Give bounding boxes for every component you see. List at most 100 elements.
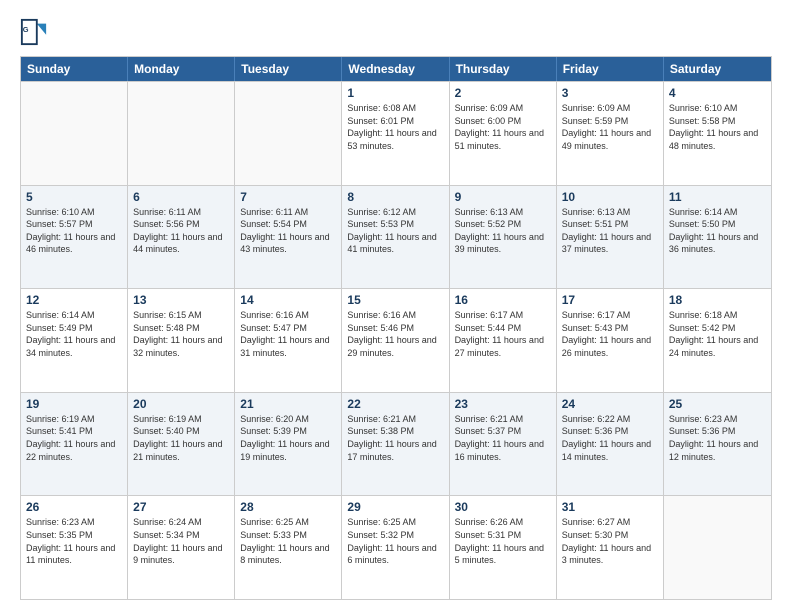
calendar: SundayMondayTuesdayWednesdayThursdayFrid… xyxy=(20,56,772,600)
day-number: 30 xyxy=(455,500,551,514)
logo: G xyxy=(20,18,52,46)
day-info: Sunrise: 6:11 AM Sunset: 5:56 PM Dayligh… xyxy=(133,206,229,256)
day-cell-3: 3 Sunrise: 6:09 AM Sunset: 5:59 PM Daylig… xyxy=(557,82,664,185)
day-cell-27: 27 Sunrise: 6:24 AM Sunset: 5:34 PM Dayli… xyxy=(128,496,235,599)
day-cell-16: 16 Sunrise: 6:17 AM Sunset: 5:44 PM Dayli… xyxy=(450,289,557,392)
day-cell-7: 7 Sunrise: 6:11 AM Sunset: 5:54 PM Daylig… xyxy=(235,186,342,289)
day-cell-14: 14Sunrise: 6:16 AM Sunset: 5:47 PM Dayli… xyxy=(235,289,342,392)
day-info: Sunrise: 6:09 AM Sunset: 6:00 PM Dayligh… xyxy=(455,102,551,152)
day-number: 27 xyxy=(133,500,229,514)
day-cell-10: 10 Sunrise: 6:13 AM Sunset: 5:51 PM Dayli… xyxy=(557,186,664,289)
day-number: 19 xyxy=(26,397,122,411)
calendar-header: SundayMondayTuesdayWednesdayThursdayFrid… xyxy=(21,57,771,81)
day-number: 29 xyxy=(347,500,443,514)
day-number: 11 xyxy=(669,190,766,204)
day-number: 16 xyxy=(455,293,551,307)
day-info: Sunrise: 6:18 AM Sunset: 5:42 PM Dayligh… xyxy=(669,309,766,359)
day-info: Sunrise: 6:16 AM Sunset: 5:47 PM Dayligh… xyxy=(240,309,336,359)
day-info: Sunrise: 6:27 AM Sunset: 5:30 PM Dayligh… xyxy=(562,516,658,566)
day-cell-30: 30 Sunrise: 6:26 AM Sunset: 5:31 PM Dayli… xyxy=(450,496,557,599)
day-number: 23 xyxy=(455,397,551,411)
day-cell-12: 12Sunrise: 6:14 AM Sunset: 5:49 PM Dayli… xyxy=(21,289,128,392)
weekday-header-sunday: Sunday xyxy=(21,57,128,81)
day-cell-2: 2 Sunrise: 6:09 AM Sunset: 6:00 PM Daylig… xyxy=(450,82,557,185)
day-number: 2 xyxy=(455,86,551,100)
day-info: Sunrise: 6:17 AM Sunset: 5:44 PM Dayligh… xyxy=(455,309,551,359)
day-cell-1: 1Sunrise: 6:08 AM Sunset: 6:01 PM Daylig… xyxy=(342,82,449,185)
day-number: 1 xyxy=(347,86,443,100)
calendar-body: 1Sunrise: 6:08 AM Sunset: 6:01 PM Daylig… xyxy=(21,81,771,599)
day-number: 26 xyxy=(26,500,122,514)
day-number: 28 xyxy=(240,500,336,514)
calendar-row-2: 5 Sunrise: 6:10 AM Sunset: 5:57 PM Daylig… xyxy=(21,185,771,289)
day-cell-23: 23 Sunrise: 6:21 AM Sunset: 5:37 PM Dayli… xyxy=(450,393,557,496)
day-info: Sunrise: 6:23 AM Sunset: 5:35 PM Dayligh… xyxy=(26,516,122,566)
svg-text:G: G xyxy=(23,25,29,34)
day-info: Sunrise: 6:12 AM Sunset: 5:53 PM Dayligh… xyxy=(347,206,443,256)
day-cell-15: 15 Sunrise: 6:16 AM Sunset: 5:46 PM Dayli… xyxy=(342,289,449,392)
day-cell-22: 22 Sunrise: 6:21 AM Sunset: 5:38 PM Dayli… xyxy=(342,393,449,496)
day-number: 10 xyxy=(562,190,658,204)
day-info: Sunrise: 6:09 AM Sunset: 5:59 PM Dayligh… xyxy=(562,102,658,152)
calendar-row-4: 19 Sunrise: 6:19 AM Sunset: 5:41 PM Dayli… xyxy=(21,392,771,496)
day-number: 12 xyxy=(26,293,122,307)
header: G xyxy=(20,18,772,46)
day-info: Sunrise: 6:15 AM Sunset: 5:48 PM Dayligh… xyxy=(133,309,229,359)
empty-cell xyxy=(664,496,771,599)
day-number: 22 xyxy=(347,397,443,411)
day-cell-20: 20Sunrise: 6:19 AM Sunset: 5:40 PM Dayli… xyxy=(128,393,235,496)
weekday-header-thursday: Thursday xyxy=(450,57,557,81)
day-number: 31 xyxy=(562,500,658,514)
weekday-header-wednesday: Wednesday xyxy=(342,57,449,81)
calendar-row-3: 12Sunrise: 6:14 AM Sunset: 5:49 PM Dayli… xyxy=(21,288,771,392)
day-cell-24: 24Sunrise: 6:22 AM Sunset: 5:36 PM Dayli… xyxy=(557,393,664,496)
weekday-header-monday: Monday xyxy=(128,57,235,81)
calendar-row-5: 26 Sunrise: 6:23 AM Sunset: 5:35 PM Dayli… xyxy=(21,495,771,599)
day-info: Sunrise: 6:26 AM Sunset: 5:31 PM Dayligh… xyxy=(455,516,551,566)
day-number: 25 xyxy=(669,397,766,411)
day-cell-5: 5 Sunrise: 6:10 AM Sunset: 5:57 PM Daylig… xyxy=(21,186,128,289)
calendar-row-1: 1Sunrise: 6:08 AM Sunset: 6:01 PM Daylig… xyxy=(21,81,771,185)
day-cell-28: 28Sunrise: 6:25 AM Sunset: 5:33 PM Dayli… xyxy=(235,496,342,599)
day-cell-31: 31 Sunrise: 6:27 AM Sunset: 5:30 PM Dayli… xyxy=(557,496,664,599)
day-cell-9: 9 Sunrise: 6:13 AM Sunset: 5:52 PM Daylig… xyxy=(450,186,557,289)
day-number: 5 xyxy=(26,190,122,204)
day-info: Sunrise: 6:19 AM Sunset: 5:41 PM Dayligh… xyxy=(26,413,122,463)
day-number: 3 xyxy=(562,86,658,100)
day-info: Sunrise: 6:21 AM Sunset: 5:38 PM Dayligh… xyxy=(347,413,443,463)
day-info: Sunrise: 6:10 AM Sunset: 5:58 PM Dayligh… xyxy=(669,102,766,152)
empty-cell xyxy=(235,82,342,185)
logo-icon: G xyxy=(20,18,48,46)
day-cell-13: 13Sunrise: 6:15 AM Sunset: 5:48 PM Dayli… xyxy=(128,289,235,392)
weekday-header-tuesday: Tuesday xyxy=(235,57,342,81)
day-info: Sunrise: 6:11 AM Sunset: 5:54 PM Dayligh… xyxy=(240,206,336,256)
day-info: Sunrise: 6:13 AM Sunset: 5:52 PM Dayligh… xyxy=(455,206,551,256)
day-number: 7 xyxy=(240,190,336,204)
day-number: 21 xyxy=(240,397,336,411)
day-info: Sunrise: 6:17 AM Sunset: 5:43 PM Dayligh… xyxy=(562,309,658,359)
day-info: Sunrise: 6:20 AM Sunset: 5:39 PM Dayligh… xyxy=(240,413,336,463)
day-number: 15 xyxy=(347,293,443,307)
day-cell-26: 26 Sunrise: 6:23 AM Sunset: 5:35 PM Dayli… xyxy=(21,496,128,599)
day-cell-4: 4 Sunrise: 6:10 AM Sunset: 5:58 PM Daylig… xyxy=(664,82,771,185)
day-cell-19: 19 Sunrise: 6:19 AM Sunset: 5:41 PM Dayli… xyxy=(21,393,128,496)
day-info: Sunrise: 6:23 AM Sunset: 5:36 PM Dayligh… xyxy=(669,413,766,463)
day-info: Sunrise: 6:14 AM Sunset: 5:50 PM Dayligh… xyxy=(669,206,766,256)
weekday-header-friday: Friday xyxy=(557,57,664,81)
day-info: Sunrise: 6:16 AM Sunset: 5:46 PM Dayligh… xyxy=(347,309,443,359)
day-info: Sunrise: 6:24 AM Sunset: 5:34 PM Dayligh… xyxy=(133,516,229,566)
day-number: 9 xyxy=(455,190,551,204)
weekday-header-saturday: Saturday xyxy=(664,57,771,81)
page: G SundayMondayTuesdayWednesdayThursdayFr… xyxy=(0,0,792,612)
day-info: Sunrise: 6:25 AM Sunset: 5:32 PM Dayligh… xyxy=(347,516,443,566)
day-number: 24 xyxy=(562,397,658,411)
day-number: 18 xyxy=(669,293,766,307)
day-number: 4 xyxy=(669,86,766,100)
day-info: Sunrise: 6:10 AM Sunset: 5:57 PM Dayligh… xyxy=(26,206,122,256)
day-cell-18: 18 Sunrise: 6:18 AM Sunset: 5:42 PM Dayli… xyxy=(664,289,771,392)
day-number: 17 xyxy=(562,293,658,307)
day-info: Sunrise: 6:21 AM Sunset: 5:37 PM Dayligh… xyxy=(455,413,551,463)
day-number: 20 xyxy=(133,397,229,411)
day-info: Sunrise: 6:13 AM Sunset: 5:51 PM Dayligh… xyxy=(562,206,658,256)
empty-cell xyxy=(21,82,128,185)
